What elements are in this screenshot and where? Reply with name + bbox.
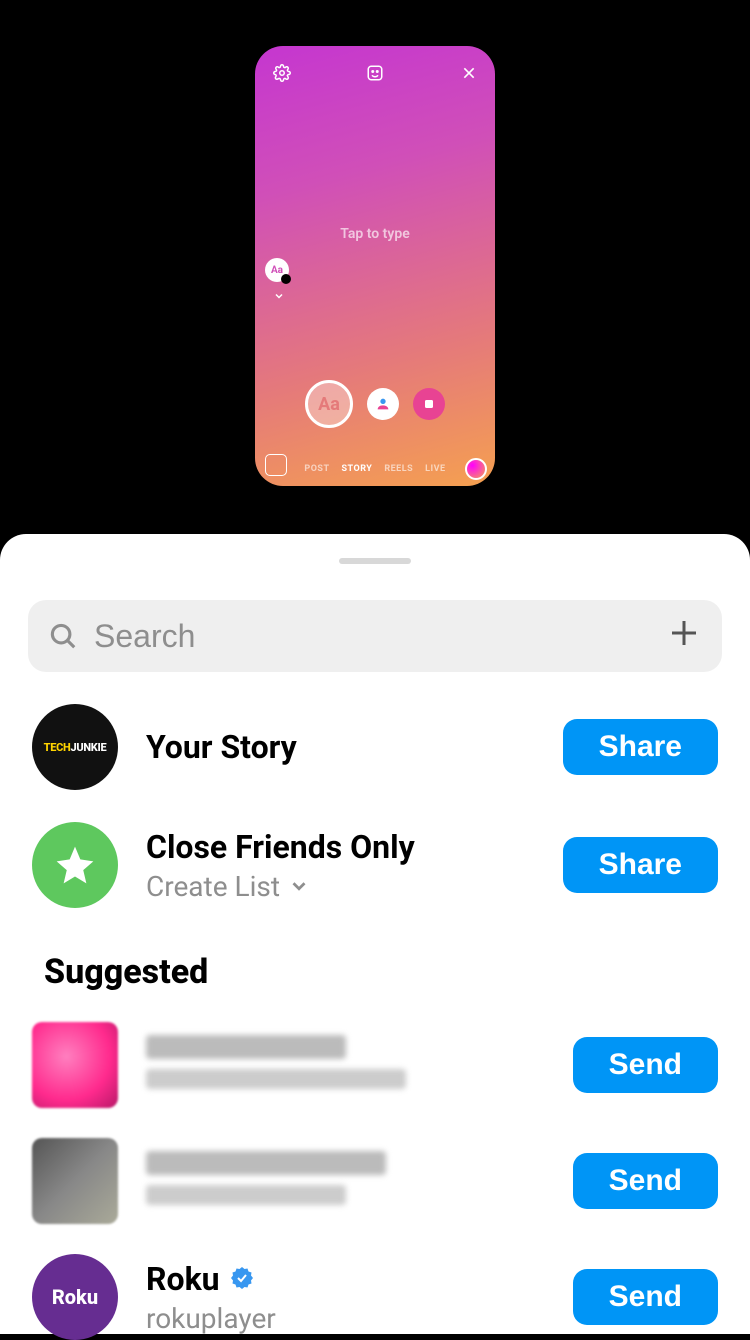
search-bar[interactable] [28,600,722,672]
story-canvas[interactable]: Tap to type Aa Aa POST STORY REELS LIVE [255,46,495,486]
text-style-badge[interactable]: Aa [265,258,289,282]
share-button[interactable]: Share [563,837,718,893]
close-icon[interactable] [461,65,477,85]
sheet-grabber[interactable] [339,558,411,564]
suggested-item-roku: Roku Roku rokuplayer Send [0,1254,750,1340]
share-sheet: TECHJUNKIE Your Story Share Close Friend… [0,534,750,1334]
text-mode-button[interactable]: Aa [305,380,353,428]
row-subtitle[interactable]: Create List [146,870,535,903]
redacted-text [146,1185,346,1205]
redacted-text [146,1069,406,1089]
send-button[interactable]: Send [573,1153,718,1209]
settings-icon[interactable] [273,64,291,86]
avatar [32,1022,118,1108]
add-icon[interactable] [666,614,702,658]
mode-button-1[interactable] [367,388,399,420]
redacted-text [146,1151,386,1175]
avatar: TECHJUNKIE [32,704,118,790]
color-picker-button[interactable] [465,458,487,480]
mode-button-2[interactable] [413,388,445,420]
suggested-header: Suggested [0,952,750,992]
chevron-down-icon [288,875,310,897]
row-title: Close Friends Only [146,828,535,866]
suggested-item: Send [0,1138,750,1224]
story-editor-preview: Tap to type Aa Aa POST STORY REELS LIVE [0,0,750,534]
chevron-down-icon[interactable] [273,290,285,305]
avatar: Roku [32,1254,118,1340]
sticker-icon[interactable] [366,64,384,86]
suggested-item: Send [0,1022,750,1108]
mode-story[interactable]: STORY [342,464,373,474]
type-prompt[interactable]: Tap to type [255,226,495,242]
send-button[interactable]: Send [573,1037,718,1093]
avatar [32,1138,118,1224]
search-input[interactable] [94,618,650,655]
mode-selector[interactable]: POST STORY REELS LIVE [255,464,495,474]
share-target-close-friends: Close Friends Only Create List Share [0,822,750,908]
share-button[interactable]: Share [563,719,718,775]
redacted-text [146,1035,346,1059]
search-icon [48,621,78,651]
verified-badge-icon [230,1260,254,1298]
mode-live[interactable]: LIVE [425,464,445,474]
row-title: Your Story [146,728,535,766]
mode-post[interactable]: POST [304,464,329,474]
send-button[interactable]: Send [573,1269,718,1325]
row-title: Roku [146,1260,545,1298]
row-subtitle: rokuplayer [146,1302,545,1335]
avatar [32,822,118,908]
mode-reels[interactable]: REELS [384,464,413,474]
share-target-your-story: TECHJUNKIE Your Story Share [0,704,750,790]
